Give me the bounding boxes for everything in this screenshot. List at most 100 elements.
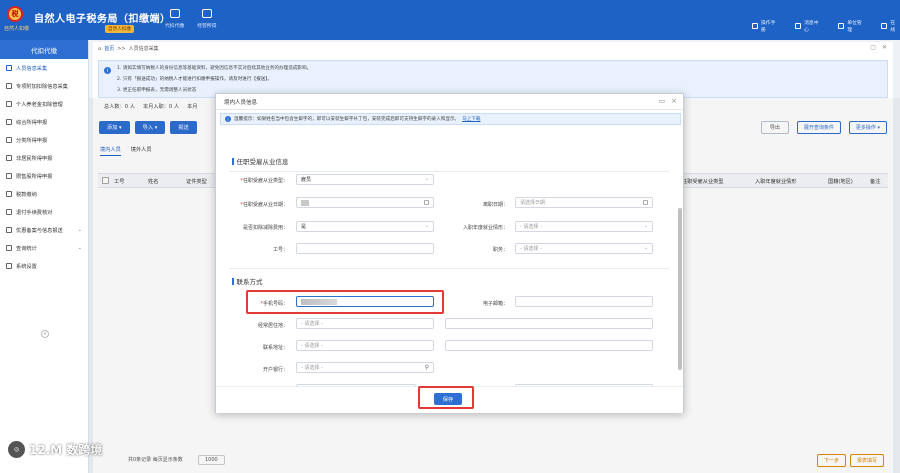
section-bar (232, 277, 234, 285)
query-icon (6, 245, 12, 251)
preferential-icon (6, 227, 12, 233)
sidebar-item-settings[interactable]: 系统设置 (0, 257, 88, 275)
sidebar-item-special-deduction[interactable]: 专项附加扣除信息采集 (0, 77, 88, 95)
notice-line-1: 1. 请如实填写纳税人的身份信息等基础资料，避免因信息不实对后续其他业务的办理造… (117, 66, 312, 71)
tax-emblem-icon: 税 (7, 6, 23, 22)
nonresident-icon (6, 155, 12, 161)
sidebar-item-query[interactable]: 查询统计 ⌄ (0, 239, 88, 257)
message-center-link[interactable]: 消息中心 (795, 19, 823, 33)
redacted-date (301, 199, 309, 206)
contact-section-title: 联系方式 (232, 276, 263, 286)
payment-icon (6, 191, 12, 197)
leave-date-field[interactable]: 请选择日期 (515, 197, 653, 208)
year-status-select[interactable]: - 请选择 - ⌄ (515, 221, 653, 232)
residence-label: 经常居住地： (257, 323, 288, 329)
sidebar-item-nonresident[interactable]: 非居民所得申报 (0, 149, 88, 167)
residence-select[interactable]: - 请选择 - (296, 318, 434, 329)
employment-date-label: *任职受雇从业日期： (240, 202, 288, 208)
chevron-down-icon: ⌄ (77, 245, 82, 251)
app-title: 自然人电子税务局（扣缴端） (34, 14, 171, 25)
deduct-select[interactable]: 是 ⌄ (296, 221, 434, 232)
chevron-down-icon: ⌄ (643, 245, 648, 251)
message-icon (795, 23, 802, 29)
address-label: 联系地址： (262, 345, 288, 351)
sidebar-item-comprehensive[interactable]: 综合所得申报 (0, 113, 88, 131)
withholding-icon (169, 9, 180, 18)
sidebar-item-pension[interactable]: 个人养老金扣除管理 (0, 95, 88, 113)
chevron-down-icon: ⌄ (77, 227, 82, 233)
modal-controls: ▭ × (659, 97, 678, 105)
employment-type-label: *任职受雇从业类型： (240, 178, 288, 184)
bank-label: 开户银行： (262, 367, 288, 373)
modal-scrollbar[interactable] (678, 208, 682, 370)
residence-detail-input[interactable] (445, 318, 653, 329)
sidebar-header: 代扣代缴 (0, 40, 88, 59)
leave-date-label: 离职日期： (482, 202, 508, 208)
position-select[interactable]: - 请选择 - ⌄ (515, 243, 653, 254)
notice-line-3: 3. 更正任职申报表，无需调整人员状态 (117, 88, 197, 93)
breadcrumb-separator: >> (117, 45, 126, 52)
sidebar-item-classified[interactable]: 分类所得申报 (0, 131, 88, 149)
online-icon (881, 23, 888, 29)
sidebar-item-personnel-collection[interactable]: 人员信息采集 (0, 59, 88, 77)
unit-management-link[interactable]: 单位管理 (838, 19, 866, 33)
collapse-sidebar-icon[interactable]: « (41, 330, 49, 338)
gear-icon (6, 263, 12, 269)
sidebar: 代扣代缴 人员信息采集 专项附加扣除信息采集 个人养老金扣除管理 综合所得申报 … (0, 40, 89, 473)
home-icon: ⌂ (98, 45, 102, 52)
close-icon[interactable]: × (671, 97, 677, 105)
chevron-down-icon: ⌄ (424, 223, 429, 229)
info-icon: i (104, 67, 111, 74)
maximize-icon[interactable]: ▭ (659, 97, 666, 105)
breadcrumb: ⌂ 首页 >> 人员信息采集 (98, 45, 159, 53)
book-icon (752, 23, 758, 29)
notice-line-2: 2. 只有「报送成功」的纳税人才能进行扣缴申报操作，请及时进行【报送】。 (117, 77, 273, 82)
topnav-withholding[interactable]: 代扣代缴 (165, 9, 184, 29)
calendar-icon (643, 200, 648, 205)
download-link[interactable]: 马上下载 (462, 116, 480, 122)
watermark-logo-icon: ◎ (8, 441, 25, 458)
window-controls: ▢ ✕ (870, 44, 887, 51)
employee-id-input[interactable] (296, 243, 434, 254)
breadcrumb-current: 人员信息采集 (128, 46, 159, 52)
modal-tip: i 温馨提示：如果姓名当中包含生僻字的，即可以安装生僻字补丁包，安装完成后即可支… (220, 113, 681, 125)
year-status-label: 入职年度就业情形： (462, 225, 508, 231)
close-icon[interactable]: ✕ (882, 44, 887, 51)
sidebar-item-preferential[interactable]: 优惠备案与信息报送 ⌄ (0, 221, 88, 239)
section-divider (229, 268, 669, 269)
employment-type-select[interactable]: 雇员 ⌄ (296, 174, 434, 185)
email-label: 电子邮箱： (482, 301, 508, 307)
restore-icon[interactable]: ▢ (870, 44, 876, 51)
right-nav: 操作手册 消息中心 单位管理 在线 (752, 19, 900, 33)
email-input[interactable] (515, 296, 653, 307)
title-bar: 税 自然人扣缴 自然人电子税务局（扣缴端） 自然人扣缴 代扣代缴 经营所得 操作… (0, 0, 900, 40)
save-highlight-box (418, 386, 474, 409)
address-select[interactable]: - 请选择 - (296, 340, 434, 351)
employment-date-field[interactable] (296, 197, 434, 208)
shares-icon (6, 173, 12, 179)
chevron-down-icon: ⌄ (424, 176, 429, 182)
search-icon: ⚲ (424, 364, 429, 371)
logo-subtitle: 自然人扣缴 (4, 26, 30, 32)
category-icon (6, 137, 12, 143)
chevron-down-icon: ⌄ (643, 223, 648, 229)
pension-icon (6, 101, 12, 107)
sidebar-item-refund-check[interactable]: 退付手续费核对 (0, 203, 88, 221)
manual-link[interactable]: 操作手册 (752, 19, 780, 33)
bank-select[interactable]: - 请选择 - ⚲ (296, 362, 434, 373)
section-bar (232, 157, 234, 165)
sidebar-item-restricted-shares[interactable]: 限售股所得申报 (0, 167, 88, 185)
refund-icon (6, 209, 12, 215)
person-icon (6, 65, 12, 71)
report-icon (6, 119, 12, 125)
deduction-icon (6, 83, 12, 89)
address-detail-input[interactable] (445, 340, 653, 351)
sidebar-item-tax-payment[interactable]: 税款缴纳 (0, 185, 88, 203)
online-status[interactable]: 在线 (881, 19, 900, 33)
employee-id-label: 工号： (272, 247, 288, 253)
breadcrumb-home[interactable]: 首页 (104, 45, 114, 52)
phone-highlight-box (246, 290, 444, 314)
topnav-business-income[interactable]: 经营所得 (197, 9, 216, 29)
modal-header: 境内人员信息 ▭ × (216, 94, 683, 110)
calendar-icon (424, 200, 429, 205)
